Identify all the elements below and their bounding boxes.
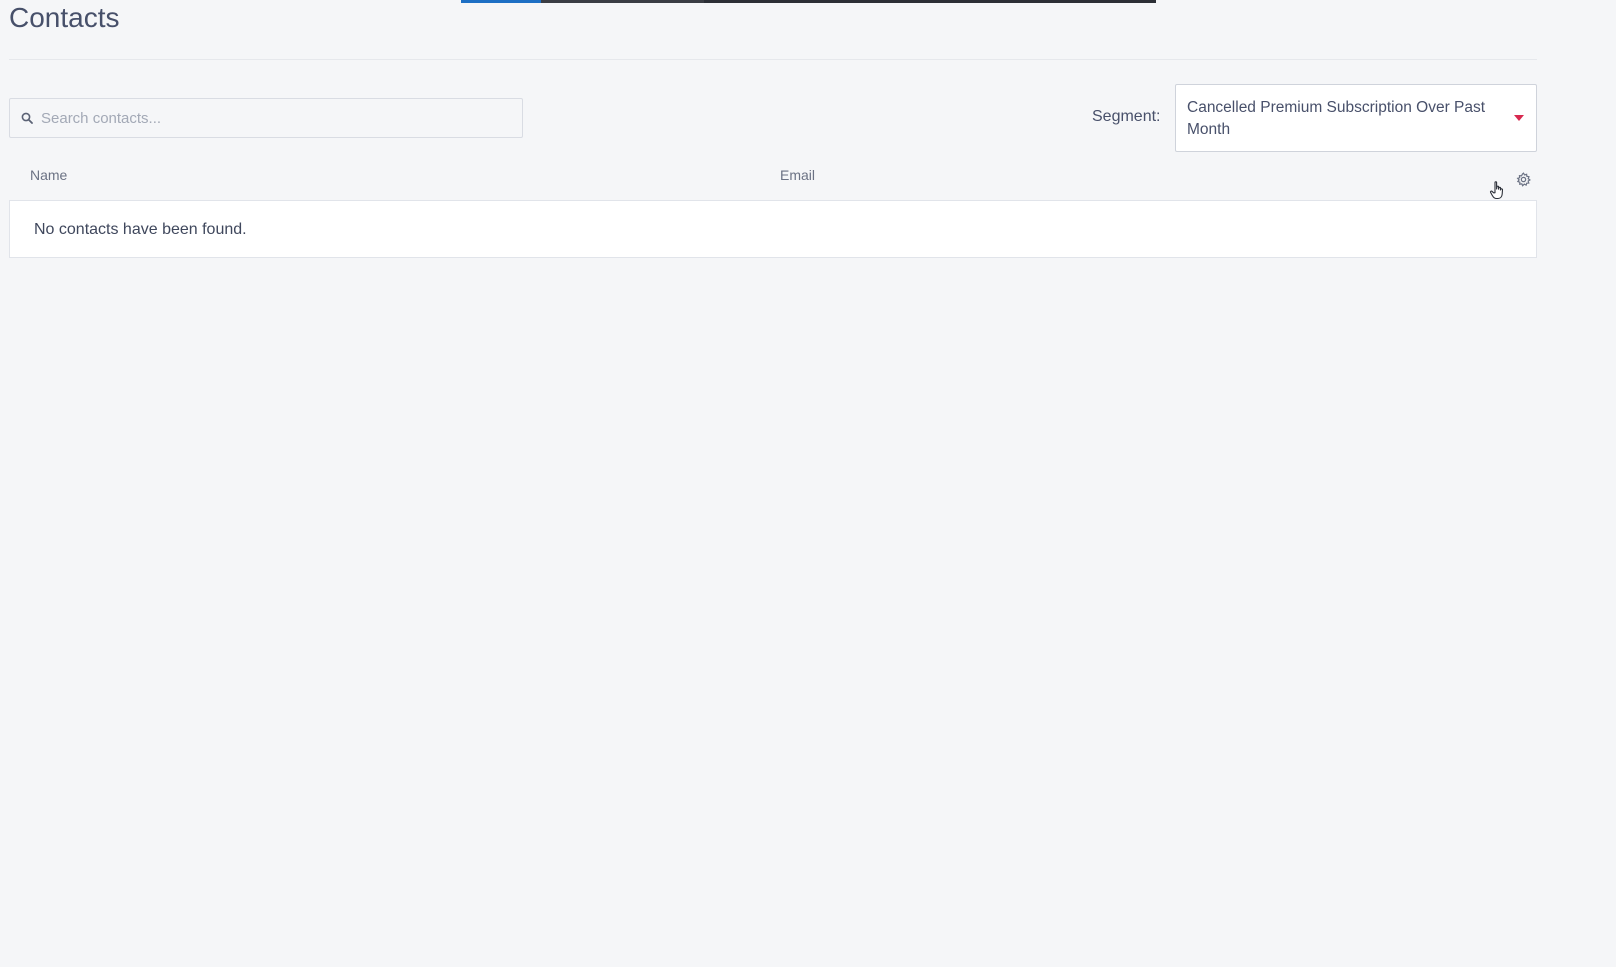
loading-progress-track-end [704, 0, 786, 3]
gear-icon[interactable] [1514, 170, 1532, 188]
loading-progress-fill [461, 0, 541, 3]
column-header-email[interactable]: Email [780, 166, 815, 184]
search-icon [17, 108, 37, 128]
title-divider [9, 59, 1537, 60]
segment-label: Segment: [1092, 108, 1161, 125]
contacts-page: Contacts Segment: Cancelled Premium Subs… [0, 0, 1616, 967]
loading-progress-bar [461, 0, 1156, 3]
search-input[interactable] [41, 103, 501, 133]
page-title: Contacts [9, 2, 120, 33]
caret-down-icon [1514, 115, 1524, 121]
segment-selected-value: Cancelled Premium Subscription Over Past… [1187, 99, 1486, 138]
empty-state-row: No contacts have been found. [9, 200, 1537, 258]
search-box[interactable] [9, 98, 523, 138]
empty-state-message: No contacts have been found. [34, 221, 247, 238]
segment-select[interactable]: Cancelled Premium Subscription Over Past… [1175, 84, 1537, 152]
table-header: Name Email [9, 162, 1537, 194]
column-header-name[interactable]: Name [30, 166, 67, 184]
hand-pointer-icon [1489, 180, 1507, 202]
loading-progress-track [541, 0, 704, 3]
